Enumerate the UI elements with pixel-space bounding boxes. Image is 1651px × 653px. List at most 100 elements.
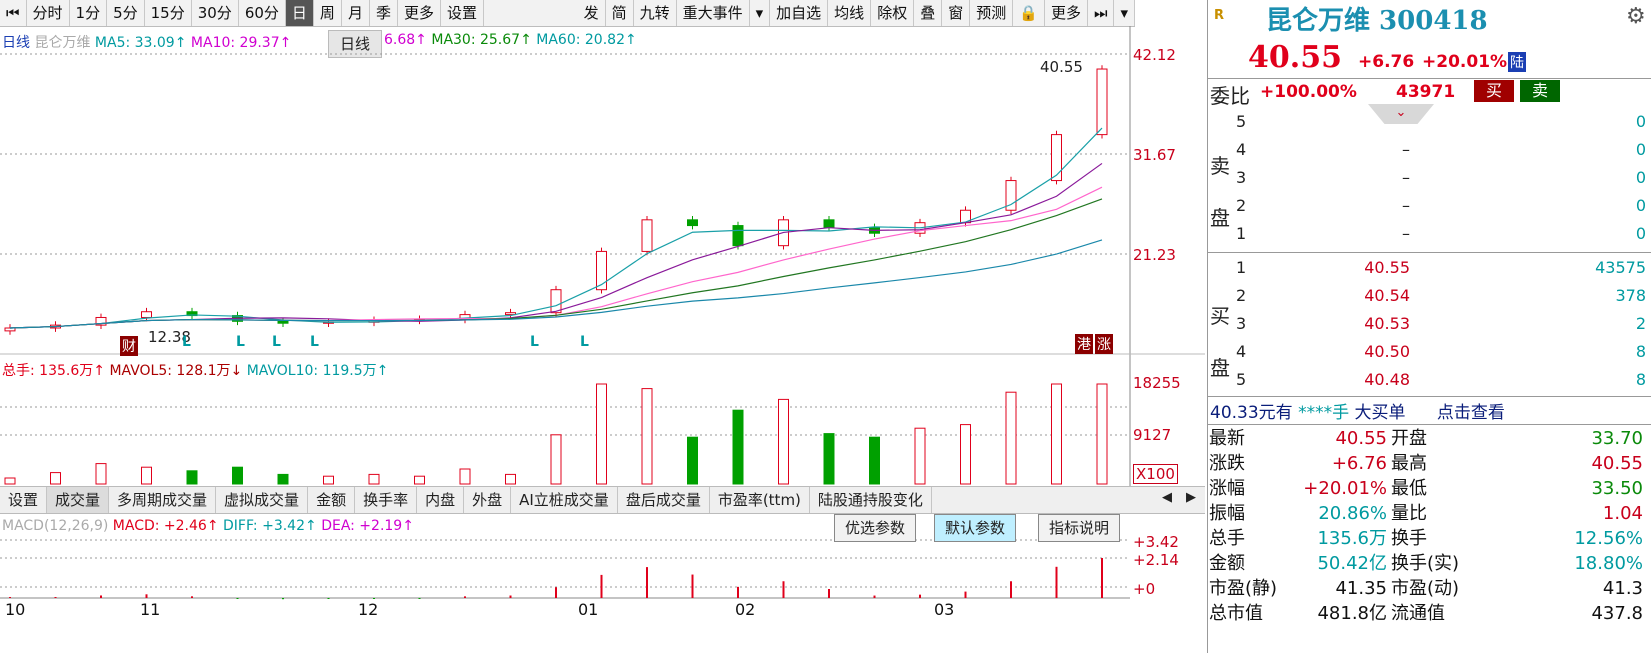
indicator-tab[interactable]: 盘后成交量 (618, 487, 710, 513)
orderbook-row[interactable]: 3 – 0 (1236, 164, 1646, 192)
period-button[interactable]: 周 (314, 0, 342, 26)
toolbar-right-button[interactable]: 🔒 (1013, 0, 1045, 26)
l-mark: L (272, 334, 281, 350)
period-button[interactable]: 60分 (239, 0, 286, 26)
indicator-tab[interactable]: 外盘 (464, 487, 512, 513)
settings-gear-icon[interactable]: ⚙ (1626, 4, 1646, 29)
orderbook-level: 3 (1236, 314, 1247, 333)
indicator-tab[interactable]: 内盘 (417, 487, 465, 513)
period-button[interactable]: 季 (370, 0, 398, 26)
candle-body (550, 289, 562, 314)
macd-diff: DIFF: +3.42↑ (223, 518, 317, 534)
indicator-tab[interactable]: 虚拟成交量 (216, 487, 309, 513)
period-button[interactable]: 30分 (192, 0, 239, 26)
orderbook-level: 5 (1236, 370, 1247, 389)
sell-button[interactable]: 卖 (1520, 80, 1560, 102)
toolbar-right-button[interactable]: ⏭ (1088, 0, 1115, 26)
stat-k1: 最新 (1209, 428, 1245, 449)
candles (4, 65, 1108, 335)
stat-k2: 换手 (1391, 528, 1427, 549)
orderbook-row[interactable]: 5 40.48 8 (1236, 366, 1646, 394)
orderbook-row[interactable]: 2 – 0 (1236, 192, 1646, 220)
indicator-help-button[interactable]: 指标说明 (1038, 514, 1121, 542)
price-axis-3: 21.23 (1133, 246, 1176, 264)
stat-k1: 涨跌 (1209, 453, 1245, 474)
volume-bar (732, 409, 744, 485)
indicator-tab[interactable]: 市盈率(ttm) (710, 487, 810, 513)
indicator-tab[interactable]: 设置 (0, 487, 48, 513)
toolbar-right-button[interactable]: 叠 (914, 0, 943, 26)
period-button[interactable]: 5分 (107, 0, 145, 26)
period-button[interactable]: 1分 (70, 0, 108, 26)
volume-bar (4, 477, 16, 485)
price-axis-1: 42.12 (1133, 46, 1176, 64)
vol-total: 总手: 135.6万↑ (2, 363, 105, 379)
stat-row: 最新 40.55 开盘 33.70 (1209, 426, 1649, 451)
x-label: 12 (358, 600, 379, 619)
period-toolbar: ⏮ 分时 1分 5分 15分 30分 60分日周月季更多 设置发简九转 重大事件 ▾ 加自选 均线除… (0, 0, 1135, 27)
cai-badge[interactable]: 财 (120, 336, 138, 356)
indicator-tab[interactable]: AI立桩成交量 (511, 487, 618, 513)
toolbar-right-button[interactable]: 加自选 (770, 0, 829, 26)
toolbar-right-button[interactable]: 窗 (942, 0, 971, 26)
buy-button[interactable]: 买 (1474, 80, 1514, 102)
indicator-tab[interactable]: 多周期成交量 (109, 487, 217, 513)
indicator-tab[interactable]: 金额 (308, 487, 356, 513)
stat-k1: 总市值 (1209, 603, 1263, 624)
gang-badge[interactable]: 港 (1075, 334, 1093, 354)
toolbar-right-button[interactable]: 发 (578, 0, 606, 26)
toolbar-start-icon[interactable]: ⏮ (0, 0, 27, 26)
optimal-params-button[interactable]: 优选参数 (834, 514, 917, 542)
orderbook-row[interactable]: 4 40.50 8 (1236, 338, 1646, 366)
period-button[interactable]: 日 (285, 0, 314, 26)
stat-v2: 1.04 (1602, 503, 1643, 524)
period-button[interactable]: 更多 (398, 0, 441, 26)
lu-badge[interactable]: 陆 (1508, 52, 1526, 72)
macd-value: MACD: +2.46↑ (112, 518, 219, 534)
toolbar-right-button[interactable]: 预测 (970, 0, 1014, 26)
volume-bar (323, 475, 334, 485)
bigbuy-link[interactable]: 点击查看 (1437, 403, 1505, 423)
bigbuy-row[interactable]: 40.33元有 ****手 大买单 点击查看 (1210, 398, 1505, 423)
volume-bar (50, 472, 61, 485)
period-button[interactable]: 设置 (441, 0, 484, 26)
orderbook-row[interactable]: 3 40.53 2 (1236, 310, 1646, 338)
toolbar-right-button[interactable]: ▾ (1114, 0, 1135, 26)
orderbook-row[interactable]: 1 – 0 (1236, 220, 1646, 248)
r-badge[interactable]: R (1214, 8, 1224, 23)
period-button[interactable]: 15分 (145, 0, 192, 26)
candle-body (732, 225, 744, 247)
period-button[interactable]: 月 (342, 0, 370, 26)
orderbook-row[interactable]: 1 40.55 43575 (1236, 254, 1646, 282)
toolbar-right-button[interactable]: 九转 (634, 0, 677, 26)
macd-axis-1: +3.42 (1133, 533, 1179, 551)
indicator-tab[interactable]: 换手率 (355, 487, 418, 513)
price-axis-2: 31.67 (1133, 146, 1176, 164)
volume-bar (869, 436, 880, 485)
toolbar-right-button[interactable]: 简 (606, 0, 634, 26)
toolbar-right-button[interactable]: 均线 (828, 0, 872, 26)
toolbar-right-button[interactable]: ▾ (750, 0, 771, 26)
candle-body (641, 219, 653, 252)
toolbar-right-button[interactable]: 重大事件 (677, 0, 750, 26)
macd-dea: DEA: +2.19↑ (321, 518, 414, 534)
orderbook-level: 1 (1236, 258, 1247, 277)
orderbook-row[interactable]: 2 40.54 378 (1236, 282, 1646, 310)
orderbook-row[interactable]: 4 – 0 (1236, 136, 1646, 164)
indicator-tab[interactable]: 陆股通持股变化 (810, 487, 932, 513)
separator (1208, 252, 1651, 253)
stat-row: 涨幅 +20.01% 最低 33.50 (1209, 476, 1649, 501)
zhang-badge[interactable]: 涨 (1095, 334, 1113, 354)
tabs-prev-icon[interactable]: ◀ (1162, 490, 1172, 505)
period-button[interactable]: 分时 (27, 0, 70, 26)
candle-body (1096, 68, 1108, 136)
indicator-tab[interactable]: 成交量 (47, 487, 110, 513)
orderbook-row[interactable]: 50 (1236, 108, 1646, 136)
default-params-button[interactable]: 默认参数 (934, 514, 1017, 542)
tabs-next-icon[interactable]: ▶ (1186, 490, 1196, 505)
l-mark: L (310, 334, 319, 350)
bigbuy-title: 大买单 (1354, 403, 1406, 423)
toolbar-right-button[interactable]: 除权 (871, 0, 915, 26)
orderbook-price: 40.50 (1364, 342, 1410, 361)
toolbar-right-button[interactable]: 更多 (1045, 0, 1088, 26)
